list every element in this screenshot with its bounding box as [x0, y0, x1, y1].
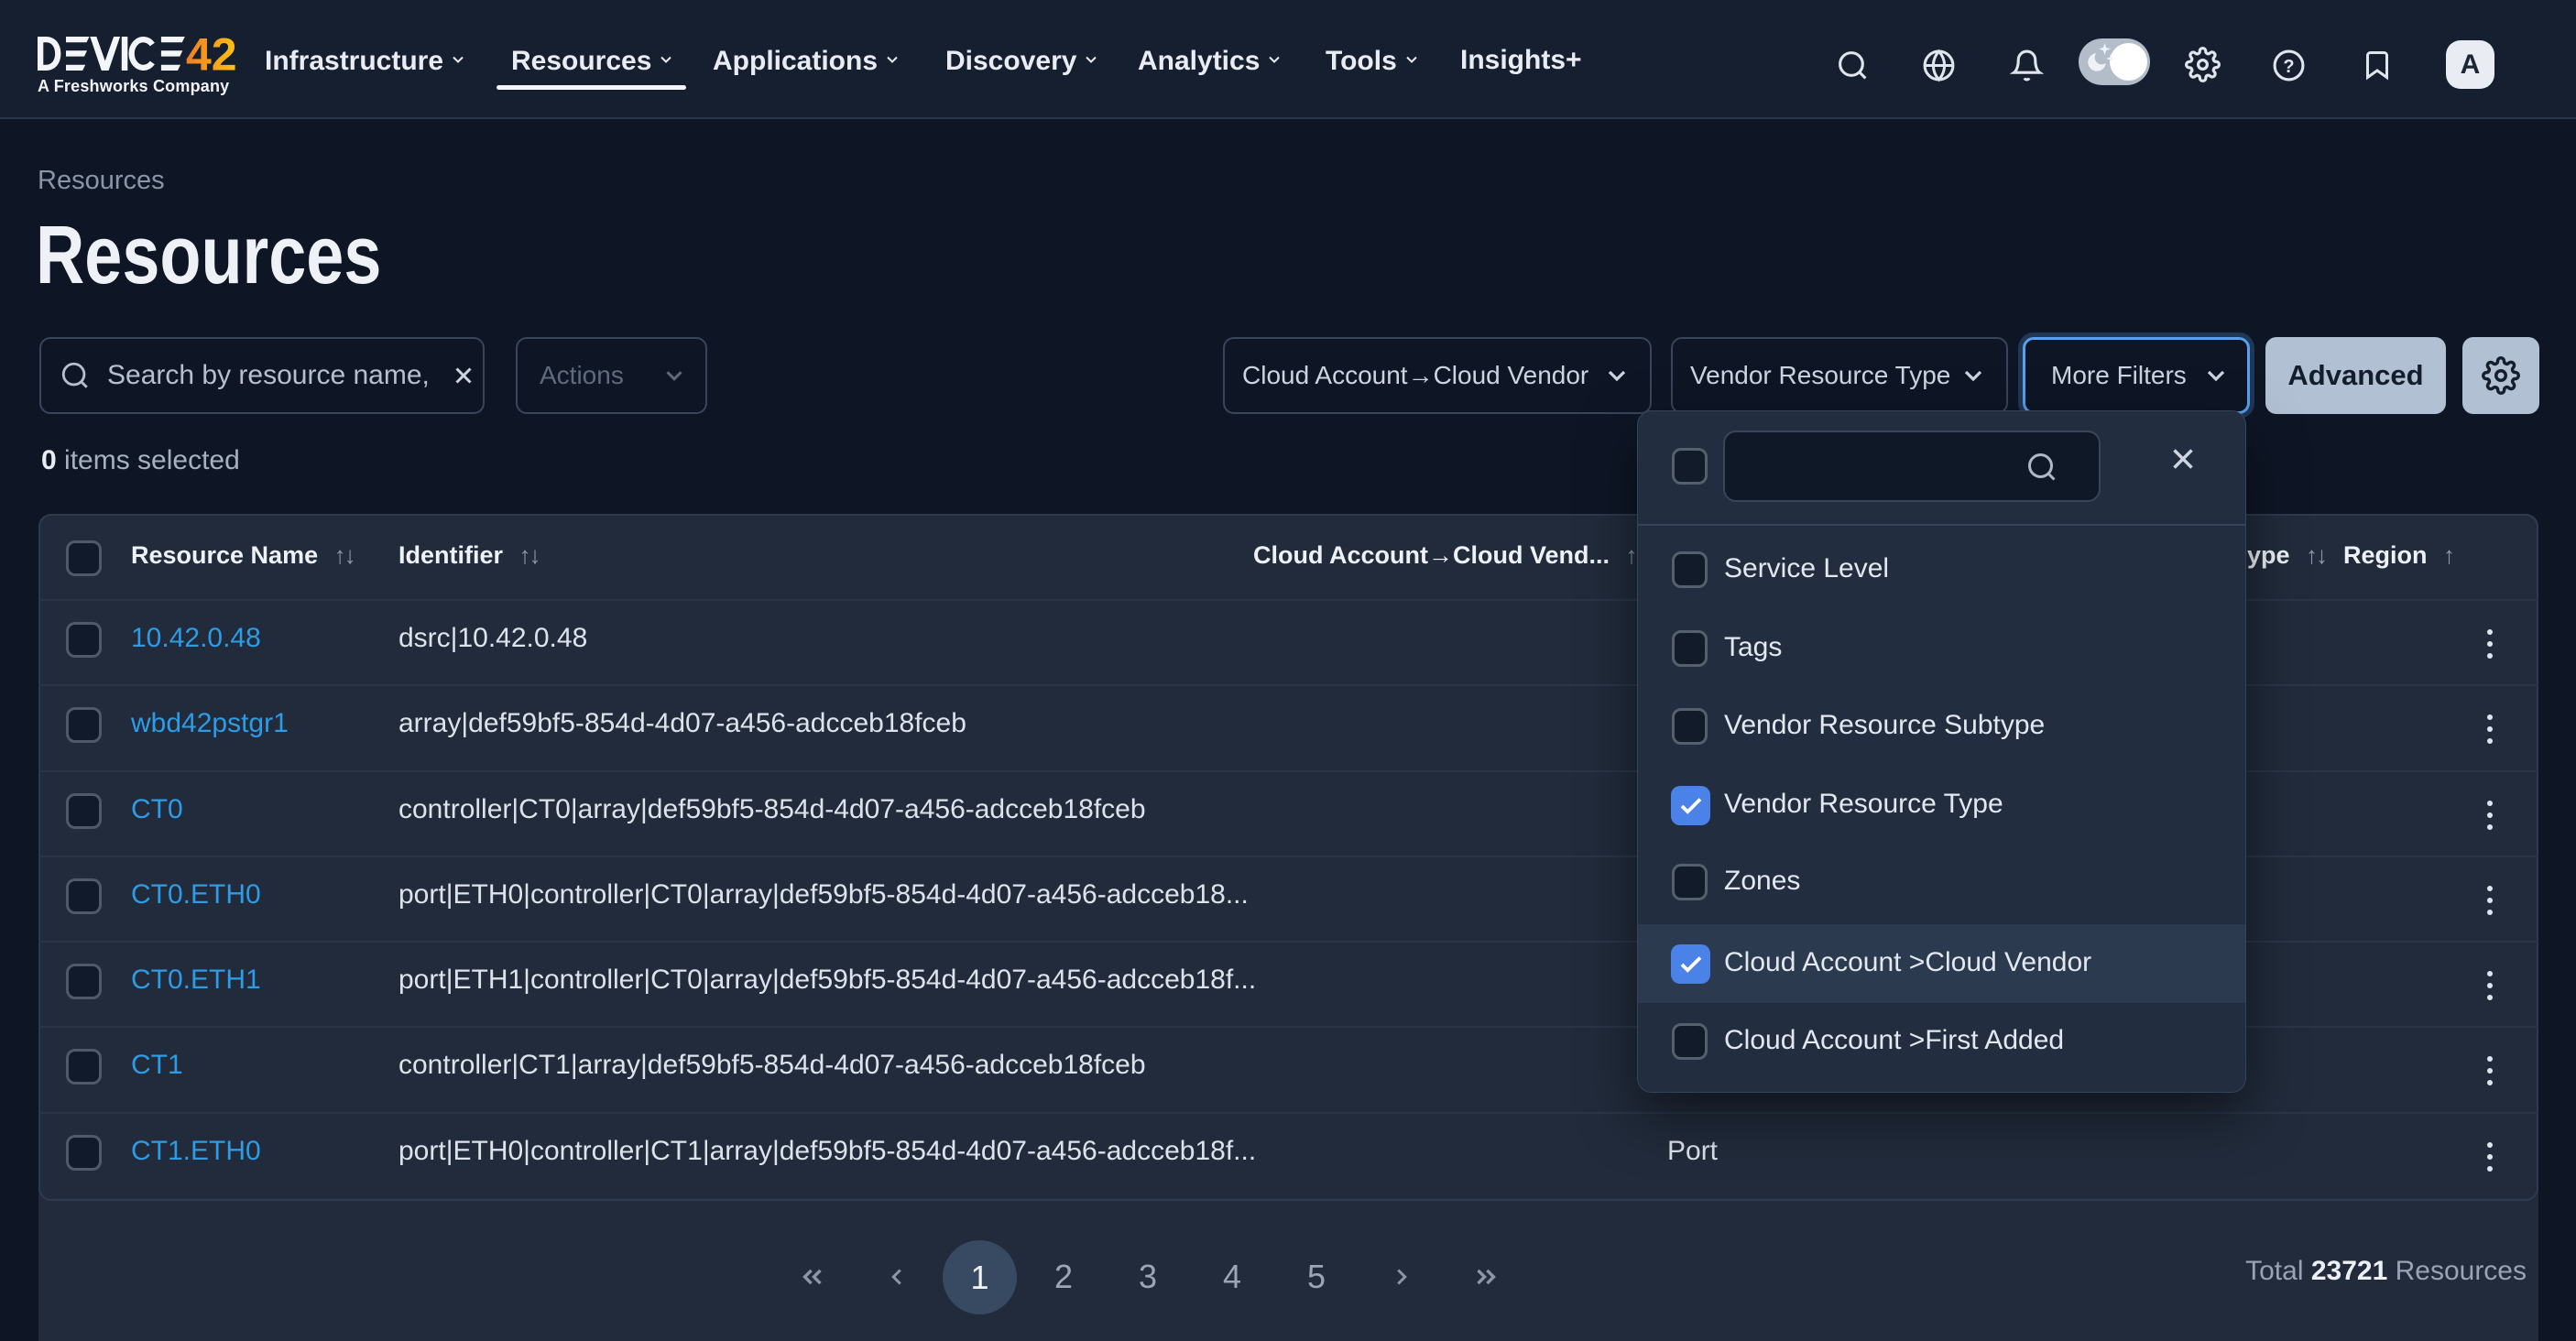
svg-text:42: 42: [186, 37, 236, 71]
svg-text:?: ?: [2283, 57, 2294, 77]
